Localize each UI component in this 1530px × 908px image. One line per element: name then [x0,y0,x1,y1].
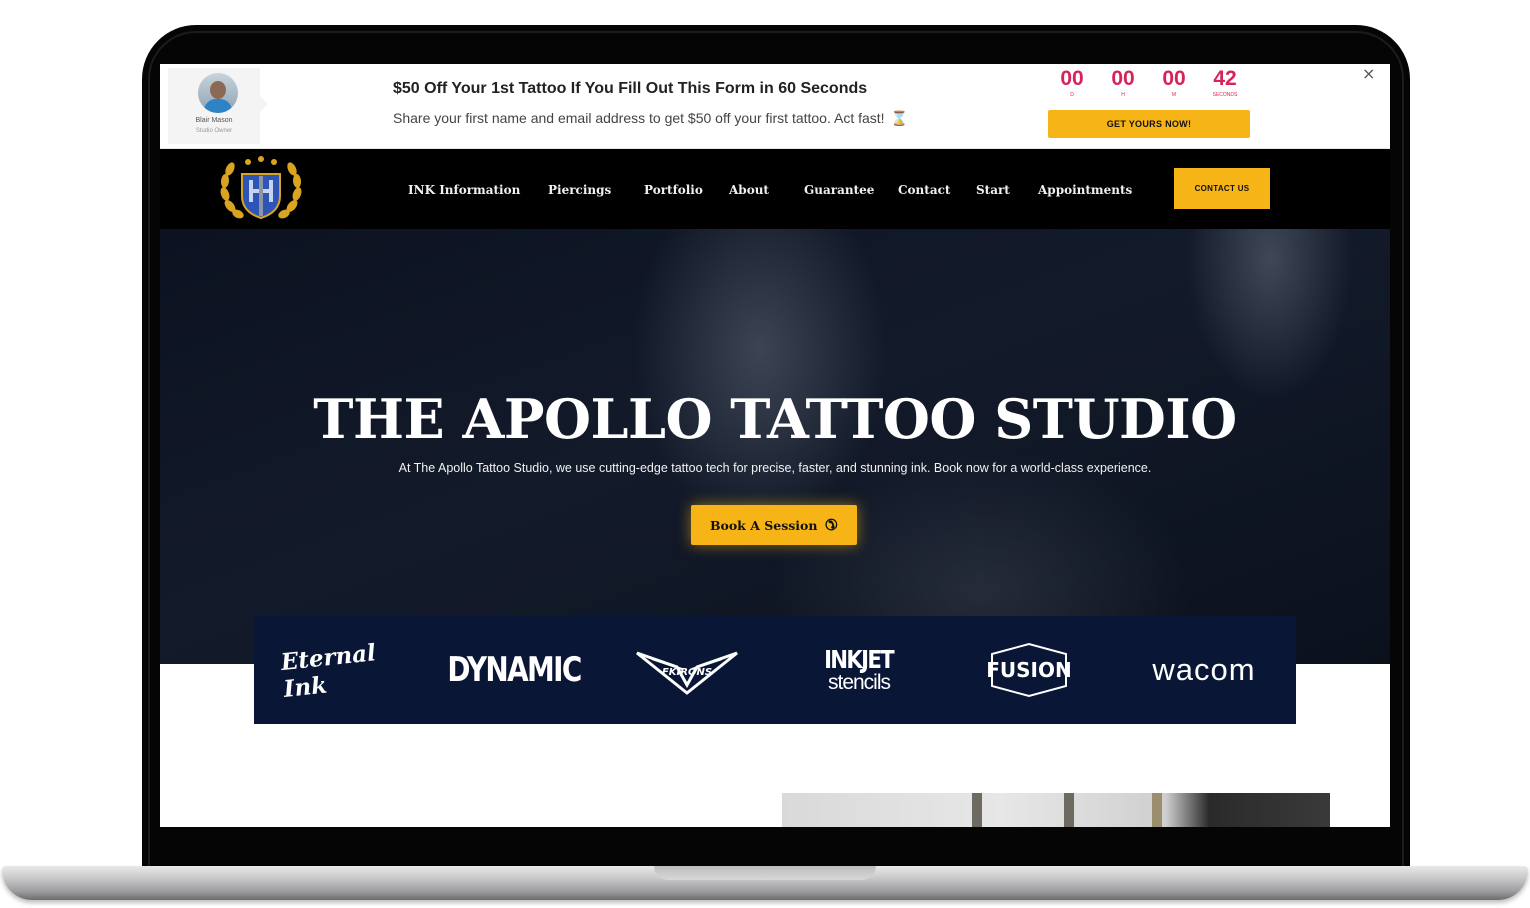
inkjet-text: INKJET [824,645,896,674]
promo-subtitle-text: Share your first name and email address … [393,110,885,126]
countdown-hours-label: H [1121,92,1125,98]
nav-item-contact[interactable]: Contact [898,183,950,197]
nav-item-start[interactable]: Start [976,183,1010,197]
fkirons-wings-icon: FKIRONS [636,651,738,695]
brand-logo-dynamic: DYNAMIC [447,650,582,690]
fusion-text: FUSION [986,658,1072,682]
studio-photo [782,793,1330,827]
nav-item-piercings[interactable]: Piercings [548,183,611,197]
nav-item-guarantee[interactable]: Guarantee [804,183,874,197]
countdown-days-label: D [1070,92,1074,98]
promo-bar: Blair Mason Studio Owner $50 Off Your 1s… [160,64,1390,149]
countdown-hours: 00 H [1099,66,1147,98]
countdown-seconds: 42 SECONDS [1201,66,1249,98]
hero-subtitle: At The Apollo Tattoo Studio, we use cutt… [398,461,1152,475]
fkirons-text: FKIRONS [662,667,712,678]
brand-logo-inkjet-stencils: INKJET stencils [814,640,904,700]
promo-subtitle: Share your first name and email address … [393,110,908,127]
laptop-base-notch [654,866,876,880]
brand-logo-fkirons: FKIRONS [632,640,742,700]
brand-logos-strip: Eternal Ink DYNAMIC FKIRONS INKJET stenc… [254,616,1296,724]
laptop-screen: Blair Mason Studio Owner $50 Off Your 1s… [160,64,1390,827]
laurel-logo-icon [220,156,302,220]
brand-logo-wacom: wacom [1152,652,1256,687]
countdown-seconds-value: 42 [1213,67,1237,90]
avatar [198,73,238,113]
countdown-days: 00 D [1048,66,1096,98]
hourglass-icon: ⌛ [890,110,908,126]
stencils-text: stencils [827,671,891,694]
owner-card: Blair Mason Studio Owner [168,68,260,144]
countdown-minutes: 00 M [1150,66,1198,98]
countdown-seconds-label: SECONDS [1212,92,1238,98]
nav-item-portfolio[interactable]: Portfolio [644,183,703,197]
brand-logo-eternal-ink: Eternal Ink [279,639,378,703]
close-icon[interactable]: × [1362,64,1375,83]
studio-logo[interactable] [218,154,304,224]
promo-title: $50 Off Your 1st Tattoo If You Fill Out … [393,80,868,97]
brand-logo-fusion: FUSION [984,640,1074,700]
nav-item-appointments[interactable]: Appointments [1038,183,1132,197]
nav-item-about[interactable]: About [729,183,769,197]
book-session-label: Book A Session [709,518,818,533]
nav-item-ink-information[interactable]: INK Information [408,183,520,197]
owner-card-pointer [260,96,268,112]
countdown-minutes-value: 00 [1162,67,1186,90]
get-yours-now-button[interactable]: GET YOURS NOW! [1048,110,1250,138]
countdown-minutes-label: M [1171,92,1177,98]
hero-section: THE APOLLO TATTOO STUDIO At The Apollo T… [160,229,1390,664]
owner-role: Studio Owner [195,128,233,134]
fusion-badge-icon: FUSION [986,642,1072,698]
hero-title: THE APOLLO TATTOO STUDIO [313,387,1237,451]
phone-icon: ✆ [825,516,839,534]
contact-us-button[interactable]: CONTACT US [1174,168,1270,209]
main-nav: INK Information Piercings Portfolio Abou… [160,149,1390,229]
countdown-hours-value: 00 [1111,67,1135,90]
countdown-days-value: 00 [1060,67,1084,90]
book-session-button[interactable]: Book A Session ✆ [691,505,857,545]
owner-name: Blair Mason [195,117,233,124]
countdown-timer: 00 D 00 H 00 M 42 SECONDS [1048,66,1258,106]
